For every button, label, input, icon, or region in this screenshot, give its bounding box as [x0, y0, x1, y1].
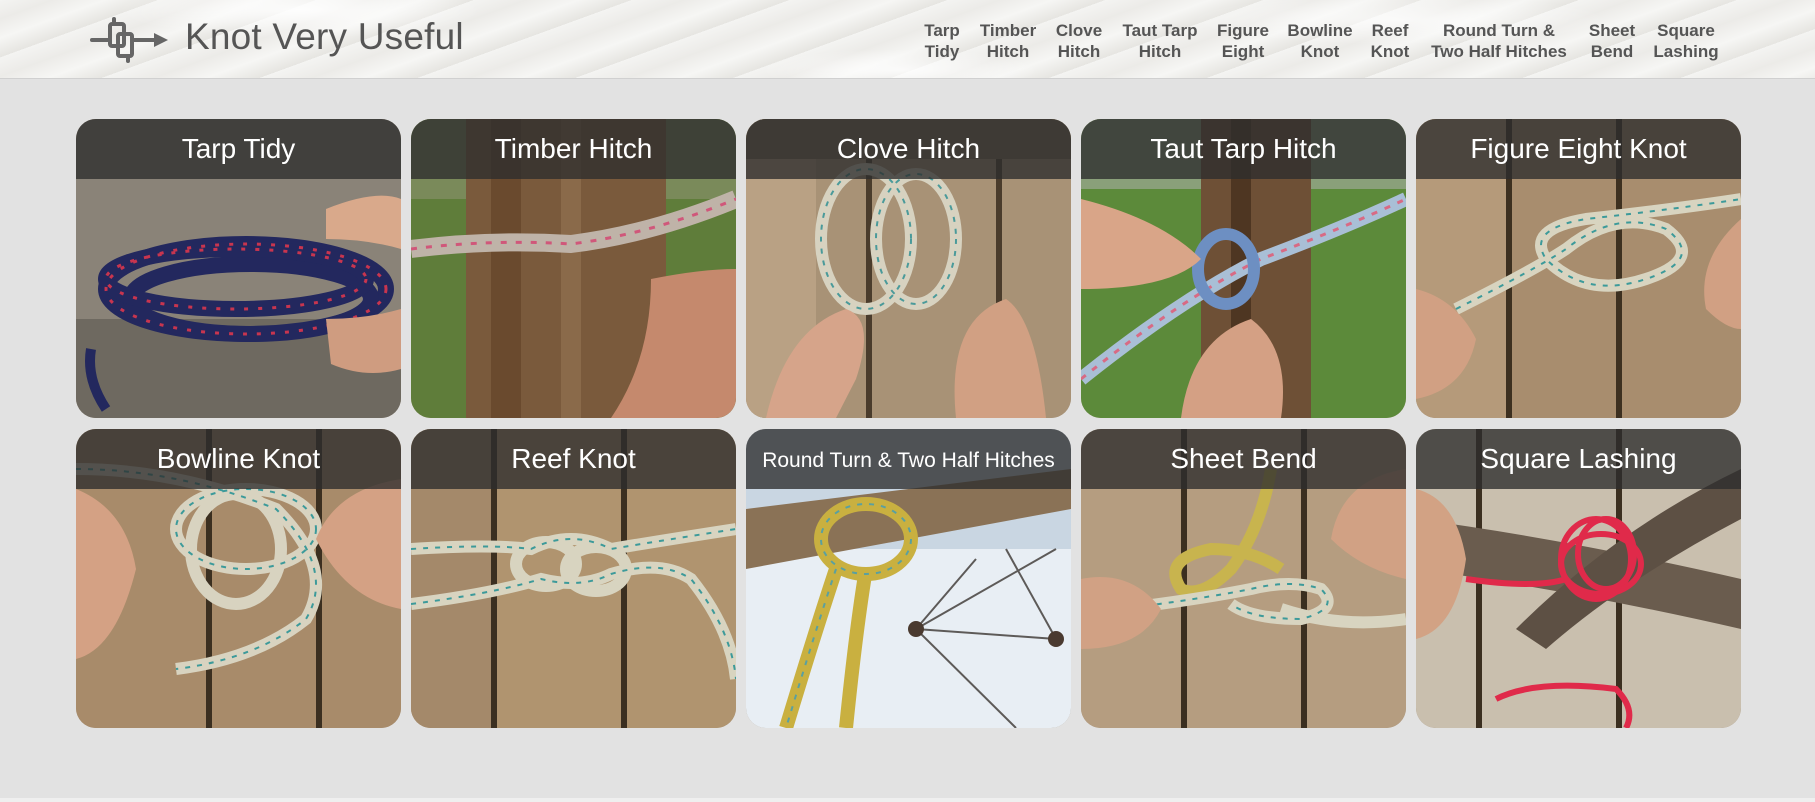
tile-reef-knot[interactable]: Reef Knot: [411, 429, 736, 728]
nav-item-label: Lashing: [1653, 42, 1719, 61]
nav-item-clove-hitch[interactable]: Clove Hitch: [1056, 20, 1102, 62]
nav-item-label: Eight: [1221, 42, 1265, 61]
nav-item-timber-hitch[interactable]: Timber Hitch: [980, 20, 1036, 62]
tile-square-lashing[interactable]: Square Lashing: [1416, 429, 1741, 728]
tile-title: Square Lashing: [1416, 429, 1741, 489]
tile-title: Reef Knot: [411, 429, 736, 489]
nav-item-reef-knot[interactable]: Reef Knot: [1371, 20, 1410, 62]
nav-item-label: Bend: [1590, 42, 1634, 61]
tile-title: Sheet Bend: [1081, 429, 1406, 489]
main-nav: Tarp Tidy Timber Hitch Clove Hitch Taut …: [0, 20, 1815, 64]
nav-item-round-turn[interactable]: Round Turn & Two Half Hitches: [1431, 20, 1567, 62]
nav-item-label: Tidy: [924, 42, 960, 61]
nav-item-label: Hitch: [986, 42, 1030, 61]
tile-title: Round Turn & Two Half Hitches: [746, 429, 1071, 489]
footer-strip: [0, 798, 1815, 802]
nav-item-label: Clove: [1055, 21, 1103, 40]
tile-figure-eight-knot[interactable]: Figure Eight Knot: [1416, 119, 1741, 418]
nav-item-tarp-tidy[interactable]: Tarp Tidy: [924, 20, 960, 62]
nav-item-label: Knot: [1300, 42, 1340, 61]
tile-tarp-tidy[interactable]: Tarp Tidy: [76, 119, 401, 418]
tile-taut-tarp-hitch[interactable]: Taut Tarp Hitch: [1081, 119, 1406, 418]
tile-title: Tarp Tidy: [76, 119, 401, 179]
nav-item-label: Sheet: [1588, 21, 1636, 40]
tile-timber-hitch[interactable]: Timber Hitch: [411, 119, 736, 418]
nav-item-label: Reef: [1371, 21, 1409, 40]
nav-item-figure-eight[interactable]: Figure Eight: [1217, 20, 1269, 62]
tile-title: Timber Hitch: [411, 119, 736, 179]
tile-sheet-bend[interactable]: Sheet Bend: [1081, 429, 1406, 728]
nav-item-label: Figure: [1217, 21, 1269, 40]
nav-item-sheet-bend[interactable]: Sheet Bend: [1589, 20, 1635, 62]
nav-item-label: Square: [1657, 21, 1715, 40]
nav-item-taut-tarp-hitch[interactable]: Taut Tarp Hitch: [1123, 20, 1198, 62]
nav-item-label: Two Half Hitches: [1431, 42, 1567, 61]
tile-title: Bowline Knot: [76, 429, 401, 489]
tile-round-turn-two-half-hitches[interactable]: Round Turn & Two Half Hitches: [746, 429, 1071, 728]
tile-title: Taut Tarp Hitch: [1081, 119, 1406, 179]
tile-bowline-knot[interactable]: Bowline Knot: [76, 429, 401, 728]
site-header: Knot Very Useful Tarp Tidy Timber Hitch …: [0, 0, 1815, 79]
nav-item-label: Hitch: [1138, 42, 1182, 61]
nav-item-bowline-knot[interactable]: Bowline Knot: [1287, 20, 1352, 62]
nav-item-label: Knot: [1370, 42, 1410, 61]
tile-title: Figure Eight Knot: [1416, 119, 1741, 179]
nav-item-label: Bowline: [1287, 21, 1353, 40]
nav-item-label: Round Turn &: [1442, 21, 1556, 40]
tile-clove-hitch[interactable]: Clove Hitch: [746, 119, 1071, 418]
nav-item-label: Timber: [979, 21, 1037, 40]
nav-item-label: Hitch: [1057, 42, 1101, 61]
tile-title: Clove Hitch: [746, 119, 1071, 179]
nav-item-square-lashing[interactable]: Square Lashing: [1653, 20, 1718, 62]
nav-item-label: Tarp: [924, 21, 960, 40]
nav-item-label: Taut Tarp: [1122, 21, 1198, 40]
